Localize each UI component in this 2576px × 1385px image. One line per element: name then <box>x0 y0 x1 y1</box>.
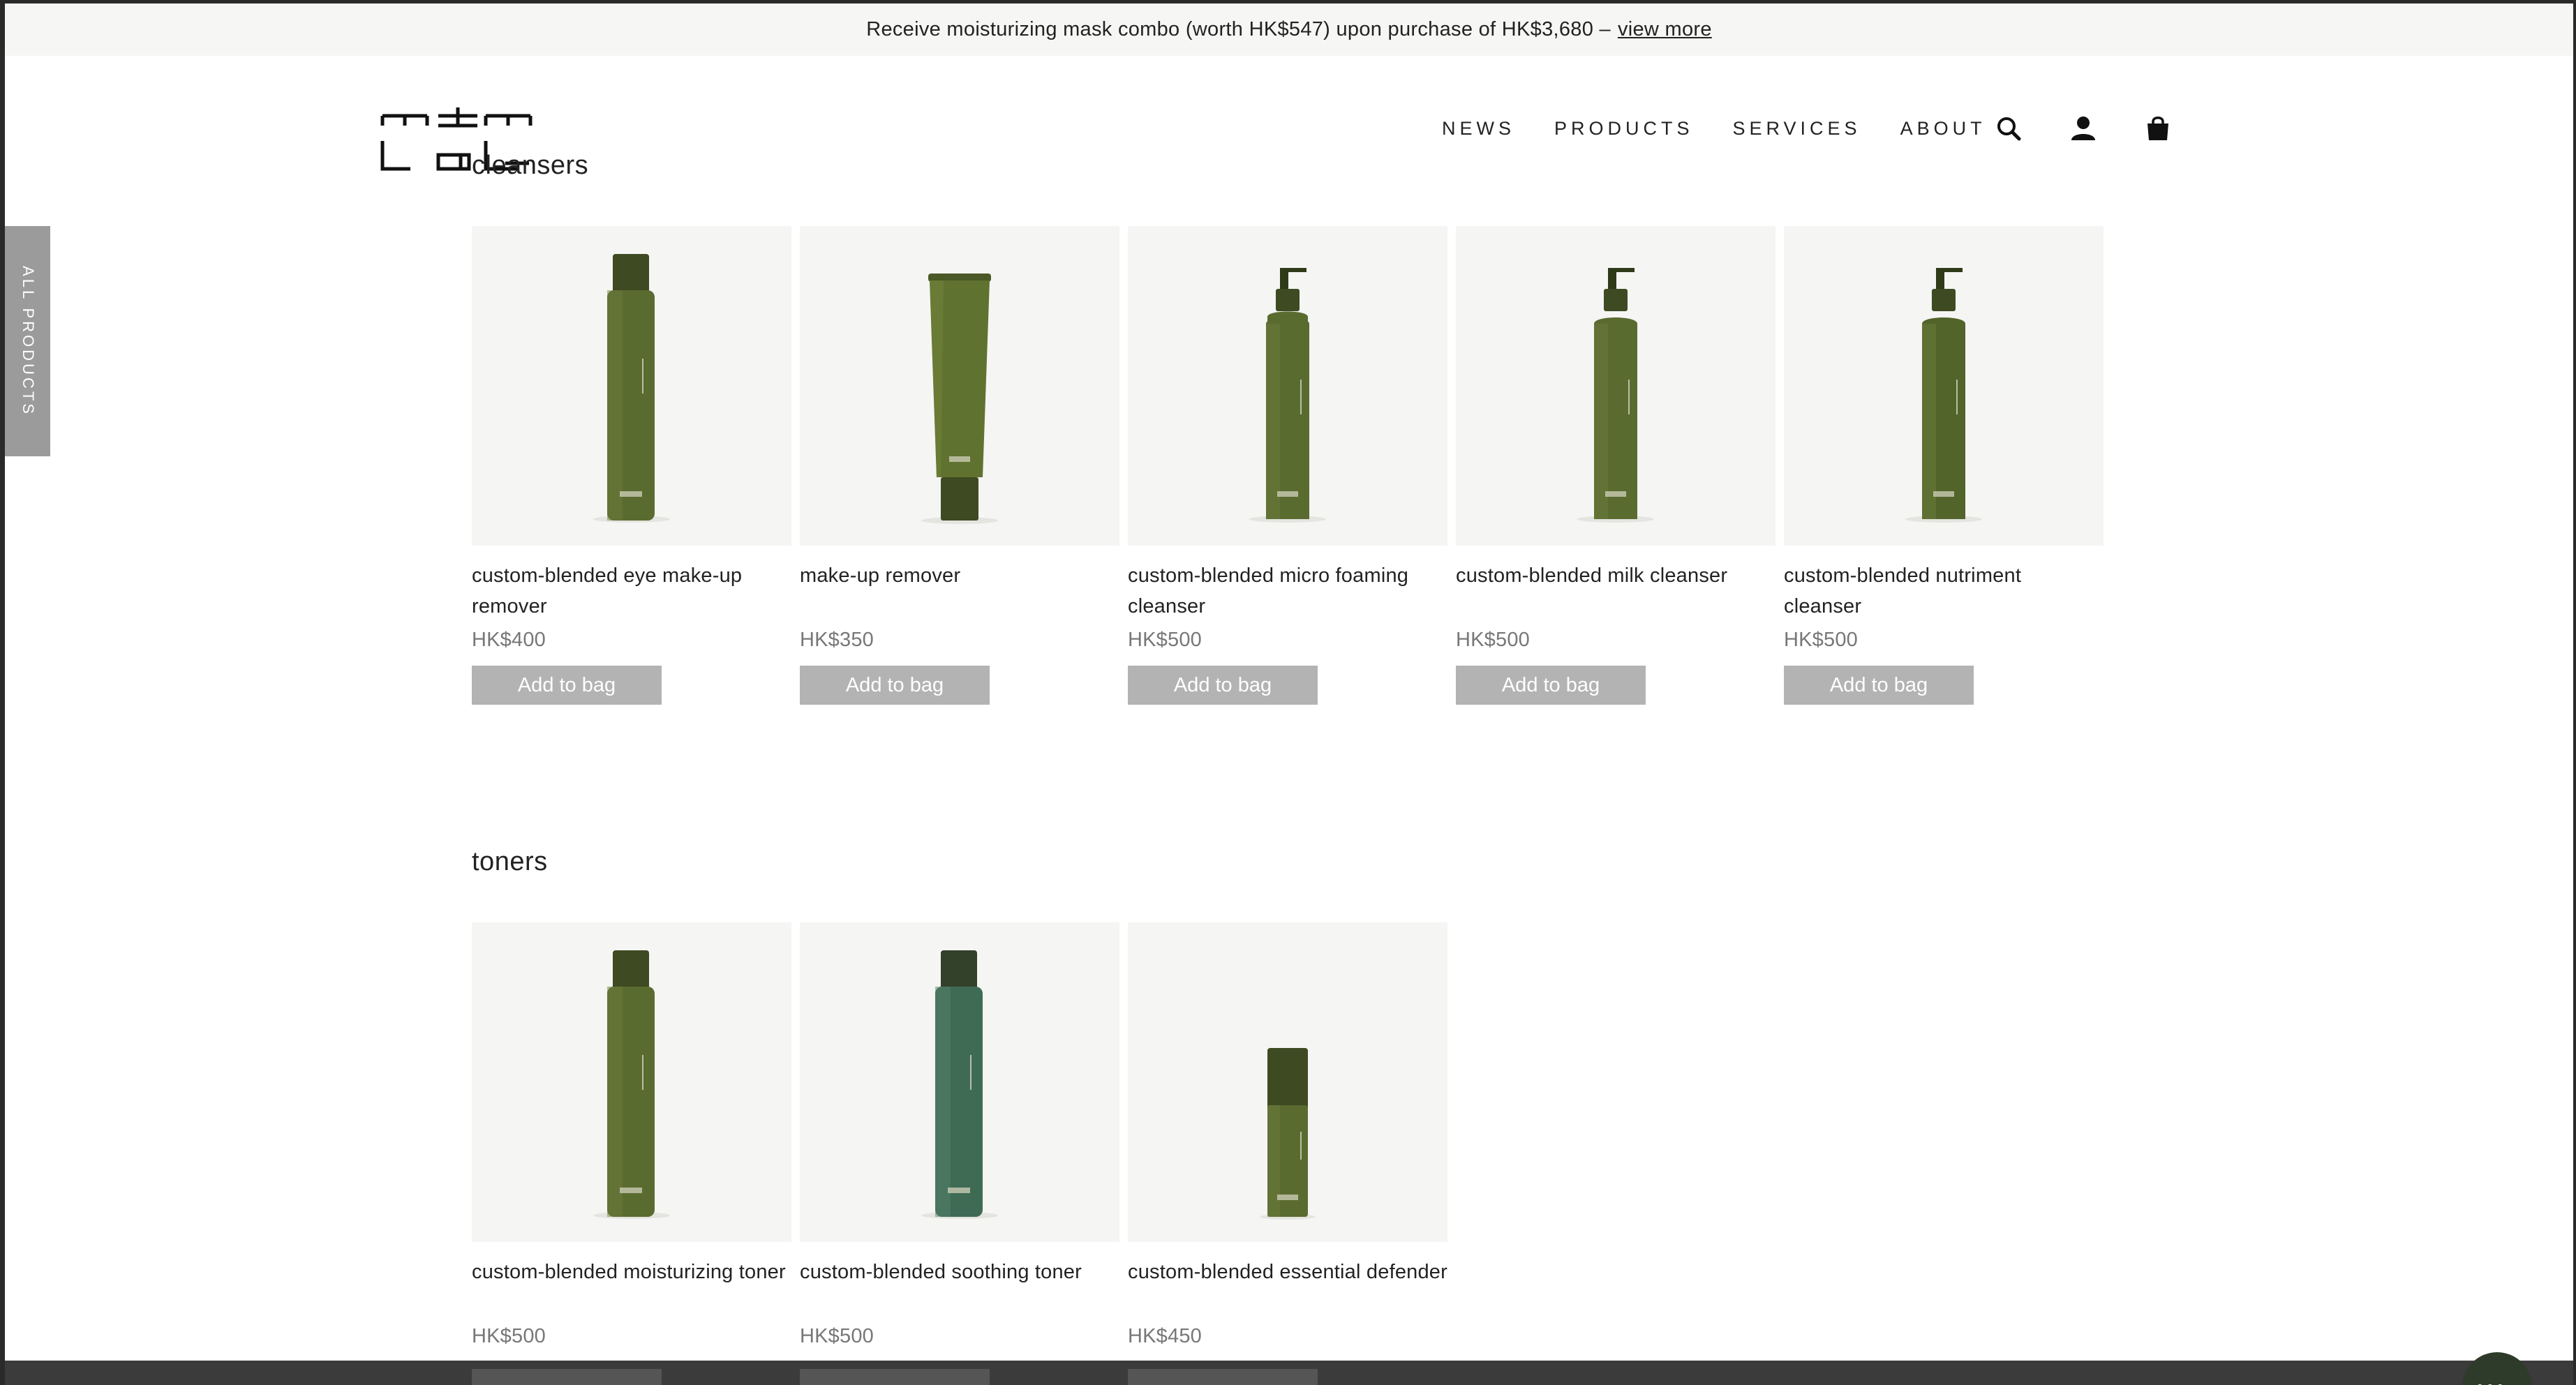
add-to-bag-button[interactable]: Add to bag <box>800 666 990 705</box>
all-products-tab[interactable]: ALL PRODUCTS <box>5 226 50 456</box>
tube-image <box>921 274 998 524</box>
product-price: HK$500 <box>1456 629 1530 651</box>
product-card: custom-blended micro foaming cleanser HK… <box>1128 226 1447 705</box>
add-to-bag-button[interactable]: Add to bag <box>1128 666 1318 705</box>
product-price: HK$500 <box>800 1325 874 1347</box>
product-image[interactable] <box>472 922 791 1242</box>
product-image[interactable] <box>1784 226 2104 546</box>
add-to-bag-button[interactable]: Add to bag <box>472 666 662 705</box>
product-card: make-up remover HK$350 Add to bag <box>800 226 1119 705</box>
product-card: custom-blended nutriment cleanser HK$500… <box>1784 226 2104 705</box>
product-name[interactable]: custom-blended nutriment cleanser <box>1784 560 2104 622</box>
pump-bottle-image <box>1249 268 1326 523</box>
product-price: HK$500 <box>1784 629 1858 651</box>
product-image[interactable] <box>472 226 791 546</box>
tall-bottle-image <box>921 950 998 1219</box>
nav-news[interactable]: NEWS <box>1442 118 1515 140</box>
product-name[interactable]: make-up remover <box>800 560 1119 622</box>
view-more-link[interactable]: view more <box>1618 18 1712 41</box>
all-products-label: ALL PRODUCTS <box>19 266 37 417</box>
product-name[interactable]: custom-blended essential defender <box>1128 1257 1447 1318</box>
nav-about[interactable]: ABOUT <box>1900 118 1986 140</box>
product-image[interactable] <box>1128 226 1447 546</box>
product-name[interactable]: custom-blended milk cleanser <box>1456 560 1775 622</box>
product-card: custom-blended moisturizing toner HK$500 <box>472 922 791 1348</box>
pump-bottle-image <box>1577 268 1654 523</box>
product-name[interactable]: custom-blended eye make-up remover <box>472 560 791 622</box>
product-image[interactable] <box>1456 226 1775 546</box>
window-frame-left <box>0 0 5 1385</box>
product-image[interactable] <box>800 922 1119 1242</box>
product-card: custom-blended soothing toner HK$500 <box>800 922 1119 1348</box>
product-card: custom-blended eye make-up remover HK$40… <box>472 226 791 705</box>
product-name[interactable]: custom-blended soothing toner <box>800 1257 1119 1318</box>
add-to-bag-button[interactable]: Add to bag <box>1784 666 1974 705</box>
bag-icon[interactable] <box>2143 113 2173 144</box>
product-price: HK$450 <box>1128 1325 1202 1347</box>
product-name[interactable]: custom-blended moisturizing toner <box>472 1257 791 1318</box>
product-image[interactable] <box>1128 922 1447 1242</box>
main-nav: NEWS PRODUCTS SERVICES ABOUT <box>1442 114 2025 142</box>
product-card: custom-blended essential defender HK$450 <box>1128 922 1447 1348</box>
product-image[interactable] <box>800 226 1119 546</box>
tall-bottle-image <box>593 950 670 1219</box>
product-price: HK$400 <box>472 629 546 651</box>
announcement-text: Receive moisturizing mask combo (worth H… <box>866 18 1611 40</box>
pump-bottle-image <box>1905 268 1982 523</box>
section-title-toners: toners <box>472 847 548 876</box>
product-price: HK$350 <box>800 629 874 651</box>
account-icon[interactable] <box>2068 113 2099 144</box>
product-card: custom-blended milk cleanser HK$500 Add … <box>1456 226 1775 705</box>
product-name[interactable]: custom-blended micro foaming cleanser <box>1128 560 1447 622</box>
nav-products[interactable]: PRODUCTS <box>1554 118 1694 140</box>
search-icon[interactable] <box>1993 113 2024 144</box>
chat-icon: ••• <box>2476 1376 2507 1385</box>
product-price: HK$500 <box>472 1325 546 1347</box>
product-price: HK$500 <box>1128 629 1202 651</box>
nav-services[interactable]: SERVICES <box>1733 118 1861 140</box>
add-to-bag-button-partial[interactable] <box>1128 1369 1318 1385</box>
add-to-bag-button-partial[interactable] <box>472 1369 662 1385</box>
window-frame-right <box>2573 0 2576 1385</box>
add-to-bag-button-partial[interactable] <box>800 1369 990 1385</box>
section-title-cleansers: cleansers <box>472 151 589 180</box>
announcement-bar: Receive moisturizing mask combo (worth H… <box>5 3 2573 56</box>
small-bottle-image <box>1260 1048 1316 1220</box>
tall-bottle-image <box>593 254 670 523</box>
add-to-bag-button[interactable]: Add to bag <box>1456 666 1646 705</box>
